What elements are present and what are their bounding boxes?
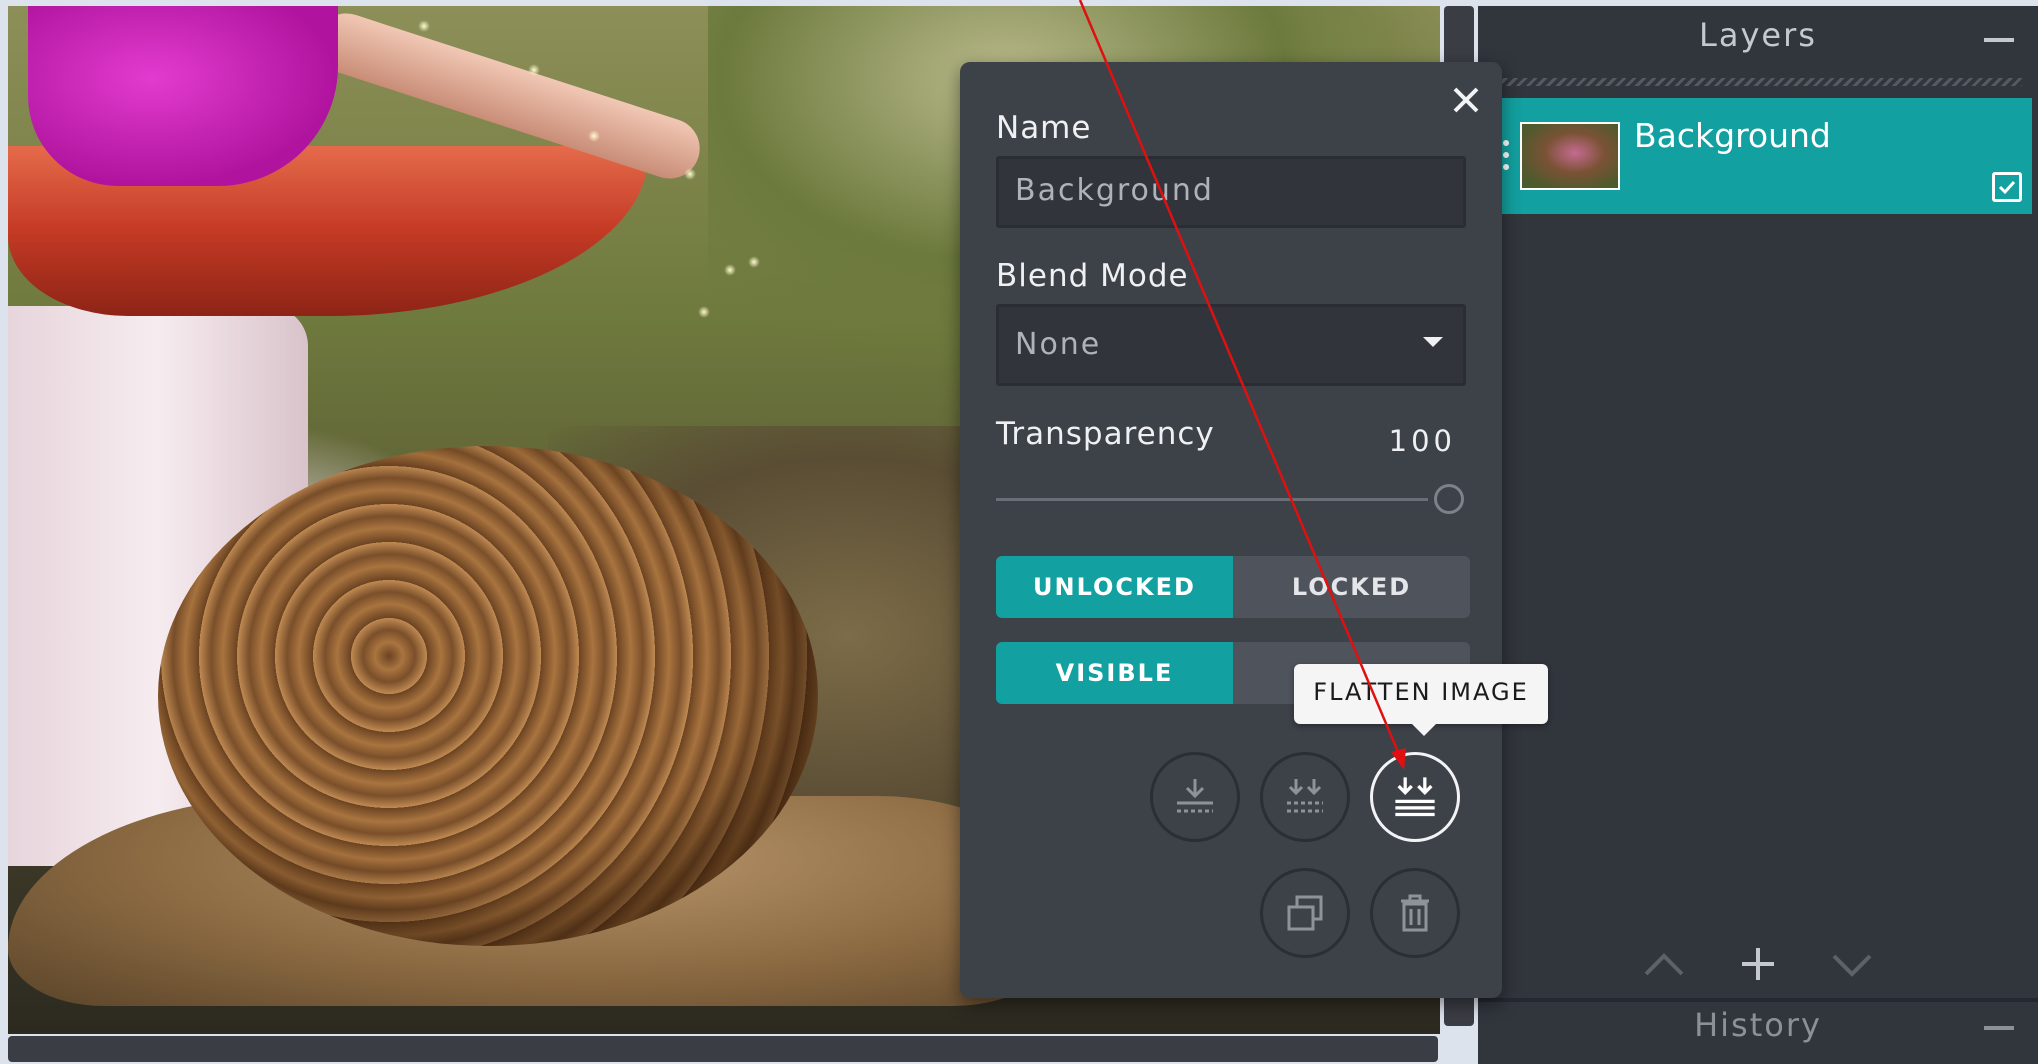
add-layer-button[interactable] xyxy=(1728,936,1788,992)
blend-mode-label: Blend Mode xyxy=(996,258,1189,294)
move-layer-down-button[interactable] xyxy=(1822,936,1882,992)
delete-layer-button[interactable] xyxy=(1370,868,1460,958)
chevron-up-icon xyxy=(1644,953,1684,976)
flatten-image-icon xyxy=(1395,777,1435,817)
merge-visible-icon xyxy=(1287,779,1323,813)
tooltip-text: FLATTEN IMAGE xyxy=(1313,678,1529,706)
transparency-slider-thumb[interactable] xyxy=(1434,484,1464,514)
panel-divider xyxy=(1478,998,2038,1002)
merge-down-button[interactable] xyxy=(1150,752,1240,842)
horizontal-scrollbar[interactable] xyxy=(8,1036,1438,1062)
merge-down-icon xyxy=(1177,779,1213,813)
transparency-label: Transparency xyxy=(996,416,1215,452)
layer-item-background[interactable]: Background xyxy=(1500,98,2032,214)
canvas-sparkle xyxy=(684,168,696,180)
plus-icon xyxy=(1742,948,1774,980)
canvas-sparkle xyxy=(528,64,540,76)
flatten-image-tooltip: FLATTEN IMAGE xyxy=(1294,664,1548,736)
layers-collapse-icon[interactable] xyxy=(1984,38,2014,42)
blend-mode-select[interactable]: None xyxy=(996,304,1466,386)
layers-panel-header: Layers xyxy=(1478,6,2038,70)
duplicate-layer-icon xyxy=(1287,895,1323,931)
history-collapse-icon[interactable] xyxy=(1984,1026,2014,1030)
trash-icon xyxy=(1401,894,1429,932)
chevron-down-icon xyxy=(1832,954,1872,977)
tooltip-arrow xyxy=(1412,724,1436,736)
canvas-sparkle xyxy=(588,130,600,142)
canvas-sparkle xyxy=(724,264,736,276)
layer-name-input-value: Background xyxy=(1015,173,1214,208)
layer-name: Background xyxy=(1634,116,1831,155)
close-button[interactable] xyxy=(1450,84,1482,116)
lock-toggle: UNLOCKED LOCKED xyxy=(996,556,1470,618)
unlocked-option[interactable]: UNLOCKED xyxy=(996,556,1233,618)
flatten-image-button[interactable] xyxy=(1370,752,1460,842)
history-panel-title: History xyxy=(1694,1006,1822,1044)
merge-visible-button[interactable] xyxy=(1260,752,1350,842)
blend-mode-value: None xyxy=(1015,327,1102,362)
canvas-sparkle xyxy=(698,306,710,318)
layer-name-input[interactable]: Background xyxy=(996,156,1466,228)
canvas-sparkle xyxy=(418,20,430,32)
drag-handle-icon[interactable] xyxy=(1503,140,1511,180)
layer-visibility-checkbox[interactable] xyxy=(1992,172,2022,202)
move-layer-up-button[interactable] xyxy=(1634,936,1694,992)
locked-option[interactable]: LOCKED xyxy=(1233,556,1470,618)
transparency-value: 100 xyxy=(1388,424,1456,458)
checkmark-icon xyxy=(1998,180,2016,195)
visible-option[interactable]: VISIBLE xyxy=(996,642,1233,704)
name-label: Name xyxy=(996,110,1092,146)
photo-editor: Layers Background History Name Backgroun… xyxy=(0,0,2038,1064)
layers-panel-title: Layers xyxy=(1699,16,1817,54)
transparency-slider-track[interactable] xyxy=(996,498,1428,501)
canvas-snail-shell xyxy=(158,446,818,946)
duplicate-layer-button[interactable] xyxy=(1260,868,1350,958)
right-sidebar: Layers Background History xyxy=(1478,6,2038,1064)
canvas-sparkle xyxy=(748,256,760,268)
canvas-fairy-dress xyxy=(28,6,338,186)
close-icon xyxy=(1453,87,1479,113)
layers-resize-grip[interactable] xyxy=(1494,78,2022,86)
layer-properties-popup: Name Background Blend Mode None Transpar… xyxy=(960,62,1502,998)
layer-thumbnail xyxy=(1520,122,1620,190)
caret-down-icon xyxy=(1423,337,1443,347)
